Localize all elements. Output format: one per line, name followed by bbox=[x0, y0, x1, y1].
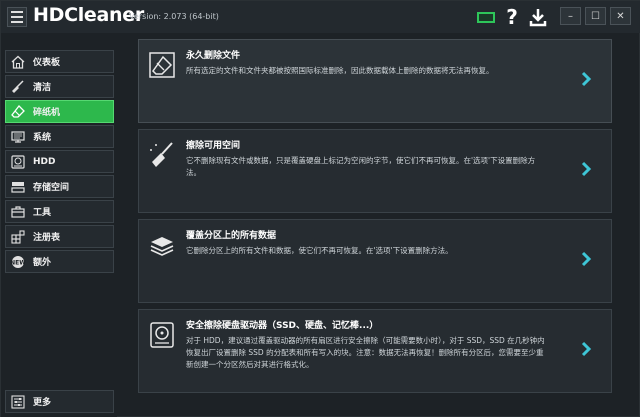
drive-icon bbox=[147, 320, 177, 350]
partition-icon bbox=[147, 230, 177, 260]
sidebar-item-label: 更多 bbox=[33, 398, 52, 408]
registry-icon bbox=[9, 228, 27, 246]
card-title: 永久删除文件 bbox=[186, 51, 241, 61]
download-icon bbox=[529, 9, 547, 27]
sidebar-item-hdd[interactable]: HDD bbox=[5, 150, 114, 173]
sidebar-item-tools[interactable]: 工具 bbox=[5, 200, 114, 223]
close-button[interactable]: ✕ bbox=[610, 7, 631, 25]
card-wipe-free-space[interactable]: 擦除可用空间 它不删除现有文件或数据，只是覆盖硬盘上标记为空闲的字节，使它们不再… bbox=[138, 129, 612, 213]
hamburger-line bbox=[11, 11, 23, 13]
card-secure-erase-drive[interactable]: 安全擦除硬盘驱动器（SSD、硬盘、记忆棒...） 对于 HDD，建议通过覆盖驱动… bbox=[138, 309, 612, 393]
sidebar-item-label: 仪表板 bbox=[33, 58, 61, 68]
eraser-icon bbox=[9, 103, 27, 121]
broom-icon bbox=[147, 140, 177, 170]
sidebar-item-label: 清洁 bbox=[33, 83, 52, 93]
card-title: 安全擦除硬盘驱动器（SSD、硬盘、记忆棒...） bbox=[186, 321, 379, 331]
card-title: 覆盖分区上的所有数据 bbox=[186, 231, 277, 241]
storage-icon bbox=[9, 178, 27, 196]
help-button[interactable]: ? bbox=[502, 5, 522, 29]
settings-icon bbox=[9, 393, 27, 411]
sidebar-item-storage[interactable]: 存储空间 bbox=[5, 175, 114, 198]
sidebar: 仪表板 清洁 碎纸机 系统 HDD 存储空间 工具 注册表 NEW 额外 更多 bbox=[1, 33, 117, 417]
card-overwrite-partition[interactable]: 覆盖分区上的所有数据 它删除分区上的所有文件和数据，使它们不再可恢复。在'选项'… bbox=[138, 219, 612, 303]
download-button[interactable] bbox=[527, 6, 549, 28]
card-description: 它删除分区上的所有文件和数据，使它们不再可恢复。在'选项'下设置删除方法。 bbox=[186, 246, 453, 255]
sidebar-item-registry[interactable]: 注册表 bbox=[5, 225, 114, 248]
svg-text:NEW: NEW bbox=[10, 259, 26, 266]
system-icon bbox=[9, 128, 27, 146]
extra-icon: NEW bbox=[9, 253, 27, 271]
sidebar-item-system[interactable]: 系统 bbox=[5, 125, 114, 148]
toolbox-icon bbox=[9, 203, 27, 221]
sidebar-item-label: 系统 bbox=[33, 133, 52, 143]
monitor-button[interactable] bbox=[475, 6, 497, 28]
sidebar-item-more[interactable]: 更多 bbox=[5, 390, 114, 413]
card-description: 所有选定的文件和文件夹都被按照国际标准删除，因此数据载体上删除的数据将无法再恢复… bbox=[186, 66, 494, 75]
app-version: Version: 2.073 (64-bit) bbox=[129, 12, 219, 21]
app-window: HDCleaner Version: 2.073 (64-bit) ? – ☐ … bbox=[0, 0, 640, 417]
sidebar-item-label: 碎纸机 bbox=[33, 108, 61, 118]
card-description: 对于 HDD，建议通过覆盖驱动器的所有扇区进行安全擦除（可能需要数小时），对于 … bbox=[186, 336, 545, 369]
sidebar-item-label: 存储空间 bbox=[33, 183, 70, 193]
sidebar-item-label: 额外 bbox=[33, 258, 52, 268]
app-title: HDCleaner bbox=[33, 4, 144, 26]
home-icon bbox=[9, 53, 27, 71]
chevron-right-icon bbox=[581, 341, 592, 357]
sidebar-item-label: HDD bbox=[33, 156, 56, 167]
broom-icon bbox=[9, 78, 27, 96]
sidebar-item-clean[interactable]: 清洁 bbox=[5, 75, 114, 98]
main-content: 永久删除文件 所有选定的文件和文件夹都被按照国际标准删除，因此数据载体上删除的数… bbox=[126, 33, 632, 413]
hamburger-line bbox=[11, 16, 23, 18]
card-title: 擦除可用空间 bbox=[186, 141, 241, 151]
hamburger-line bbox=[11, 21, 23, 23]
chevron-right-icon bbox=[581, 71, 592, 87]
chevron-right-icon bbox=[581, 251, 592, 267]
chevron-right-icon bbox=[581, 161, 592, 177]
sidebar-item-dashboard[interactable]: 仪表板 bbox=[5, 50, 114, 73]
sidebar-item-label: 注册表 bbox=[33, 233, 61, 243]
sidebar-item-label: 工具 bbox=[33, 208, 52, 218]
hdd-icon bbox=[9, 153, 27, 171]
hamburger-menu-button[interactable] bbox=[7, 7, 27, 27]
sidebar-item-shredder[interactable]: 碎纸机 bbox=[5, 100, 114, 123]
minimize-button[interactable]: – bbox=[560, 7, 581, 25]
monitor-icon bbox=[477, 11, 495, 23]
card-delete-files[interactable]: 永久删除文件 所有选定的文件和文件夹都被按照国际标准删除，因此数据载体上删除的数… bbox=[138, 39, 612, 123]
sidebar-item-extra[interactable]: NEW 额外 bbox=[5, 250, 114, 273]
title-bar: HDCleaner Version: 2.073 (64-bit) ? – ☐ … bbox=[1, 1, 640, 33]
maximize-button[interactable]: ☐ bbox=[585, 7, 606, 25]
eraser-icon bbox=[147, 50, 177, 80]
card-description: 它不删除现有文件或数据，只是覆盖硬盘上标记为空闲的字节，使它们不再可恢复。在'选… bbox=[186, 156, 536, 177]
